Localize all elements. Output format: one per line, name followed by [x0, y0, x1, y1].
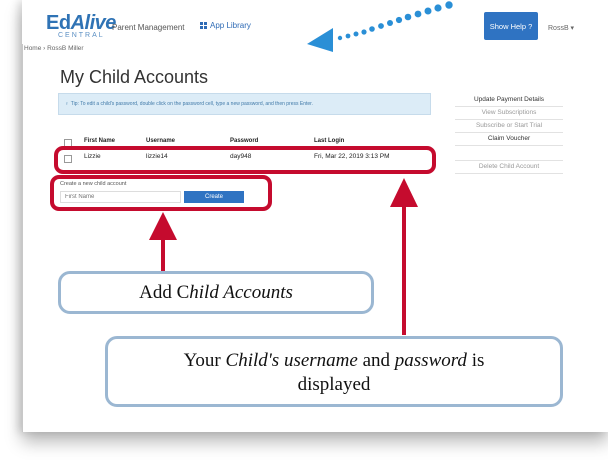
breadcrumb[interactable]: Home › RossB Miller	[24, 45, 84, 52]
tip-banner: ♀ Tip: To edit a child's password, doubl…	[58, 93, 431, 115]
callout-username-password: Your Child's username and password is di…	[105, 336, 563, 407]
callout-add-text: Add C	[139, 282, 190, 303]
show-help-button[interactable]: Show Help ?	[484, 12, 538, 40]
user-menu[interactable]: RossB ▾	[548, 24, 574, 32]
callout-your: Your	[183, 350, 226, 371]
create-form-highlight	[50, 175, 272, 211]
page-title: My Child Accounts	[60, 67, 209, 87]
col-first-name[interactable]: First Name	[84, 138, 115, 144]
view-subscriptions-button[interactable]: View Subscriptions	[455, 107, 563, 120]
delete-child-button[interactable]: Delete Child Account	[455, 160, 563, 174]
nav-app-library[interactable]: App Library	[200, 21, 251, 30]
callout-line-2: displayed	[297, 374, 371, 395]
grid-icon	[200, 22, 207, 29]
claim-voucher-button[interactable]: Claim Voucher	[455, 133, 563, 146]
callout-password-italic: password	[394, 350, 467, 371]
callout-add-child: Add Child Accounts	[58, 271, 374, 314]
tip-text: Tip: To edit a child's password, double …	[70, 101, 313, 107]
callout-add-italic: hild Accounts	[189, 282, 293, 303]
logo-alive-text: Alive	[70, 12, 117, 34]
callout-username-italic: Child's username	[225, 350, 358, 371]
account-actions-sidebar: Update Payment Details View Subscription…	[455, 94, 563, 174]
col-username[interactable]: Username	[146, 138, 175, 144]
table-row-highlight	[54, 146, 436, 174]
frame-border	[22, 0, 23, 432]
lightbulb-icon: ♀	[65, 101, 69, 107]
callout-is: is	[466, 350, 485, 371]
col-password[interactable]: Password	[230, 138, 258, 144]
edalive-logo[interactable]: EdAlive CENTRAL	[46, 12, 116, 40]
update-payment-button[interactable]: Update Payment Details	[455, 94, 563, 107]
logo-subtitle: CENTRAL	[58, 32, 105, 39]
callout-line-1: Your Child's username and password is	[108, 349, 560, 373]
subscribe-trial-button[interactable]: Subscribe or Start Trial	[455, 120, 563, 133]
logo-ed-text: Ed	[46, 12, 71, 34]
callout-and: and	[357, 350, 395, 371]
nav-app-library-label: App Library	[210, 21, 251, 30]
col-last-login[interactable]: Last Login	[314, 138, 344, 144]
nav-parent-management[interactable]: Parent Management	[112, 23, 185, 32]
